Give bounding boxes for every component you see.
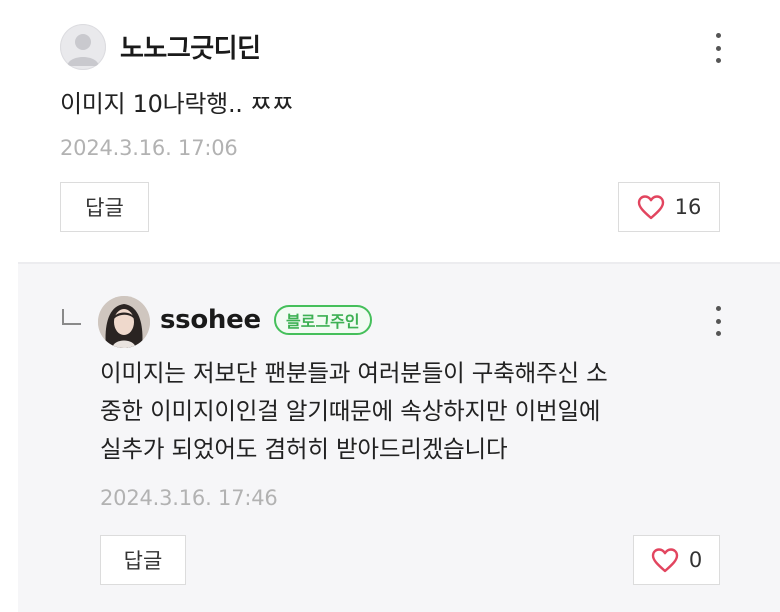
comment-date: 2024.3.16. 17:06 — [60, 136, 238, 160]
heart-icon — [637, 195, 664, 220]
more-options-icon[interactable] — [713, 33, 723, 63]
reply-corner-icon — [62, 309, 81, 325]
reply-button[interactable]: 답글 — [60, 182, 149, 232]
comment-username[interactable]: 노노그긋디딘 — [120, 28, 261, 65]
comment-list: 노노그긋디딘 이미지 10나락행.. ㅉㅉ 2024.3.16. 17:06 답… — [0, 0, 780, 612]
comment-text: 이미지는 저보단 팬분들과 여러분들이 구축해주신 소 중한 이미지이인걸 알기… — [100, 354, 740, 468]
like-count: 16 — [674, 195, 702, 219]
comment-text-line: 중한 이미지이인걸 알기때문에 속상하지만 이번일에 — [100, 397, 601, 425]
comment-text-line: 이미지는 저보단 팬분들과 여러분들이 구축해주신 소 — [100, 359, 608, 387]
heart-icon — [651, 548, 679, 573]
blog-owner-badge: 블로그주인 — [274, 305, 372, 335]
comment-text: 이미지 10나락행.. ㅉㅉ — [60, 90, 294, 118]
reply-button-label: 답글 — [85, 196, 124, 220]
like-count: 0 — [688, 548, 703, 572]
more-options-icon[interactable] — [713, 306, 723, 336]
comment-username[interactable]: ssohee — [160, 305, 261, 335]
reply-button[interactable]: 답글 — [100, 535, 186, 585]
user-avatar[interactable] — [98, 296, 150, 348]
default-avatar-icon[interactable] — [60, 24, 106, 70]
comment-date: 2024.3.16. 17:46 — [100, 486, 278, 510]
like-button[interactable]: 16 — [618, 182, 720, 232]
like-button[interactable]: 0 — [633, 535, 720, 585]
comment-text-line: 실추가 되었어도 겸허히 받아드리겠습니다 — [100, 435, 508, 463]
reply-button-label: 답글 — [123, 549, 163, 573]
